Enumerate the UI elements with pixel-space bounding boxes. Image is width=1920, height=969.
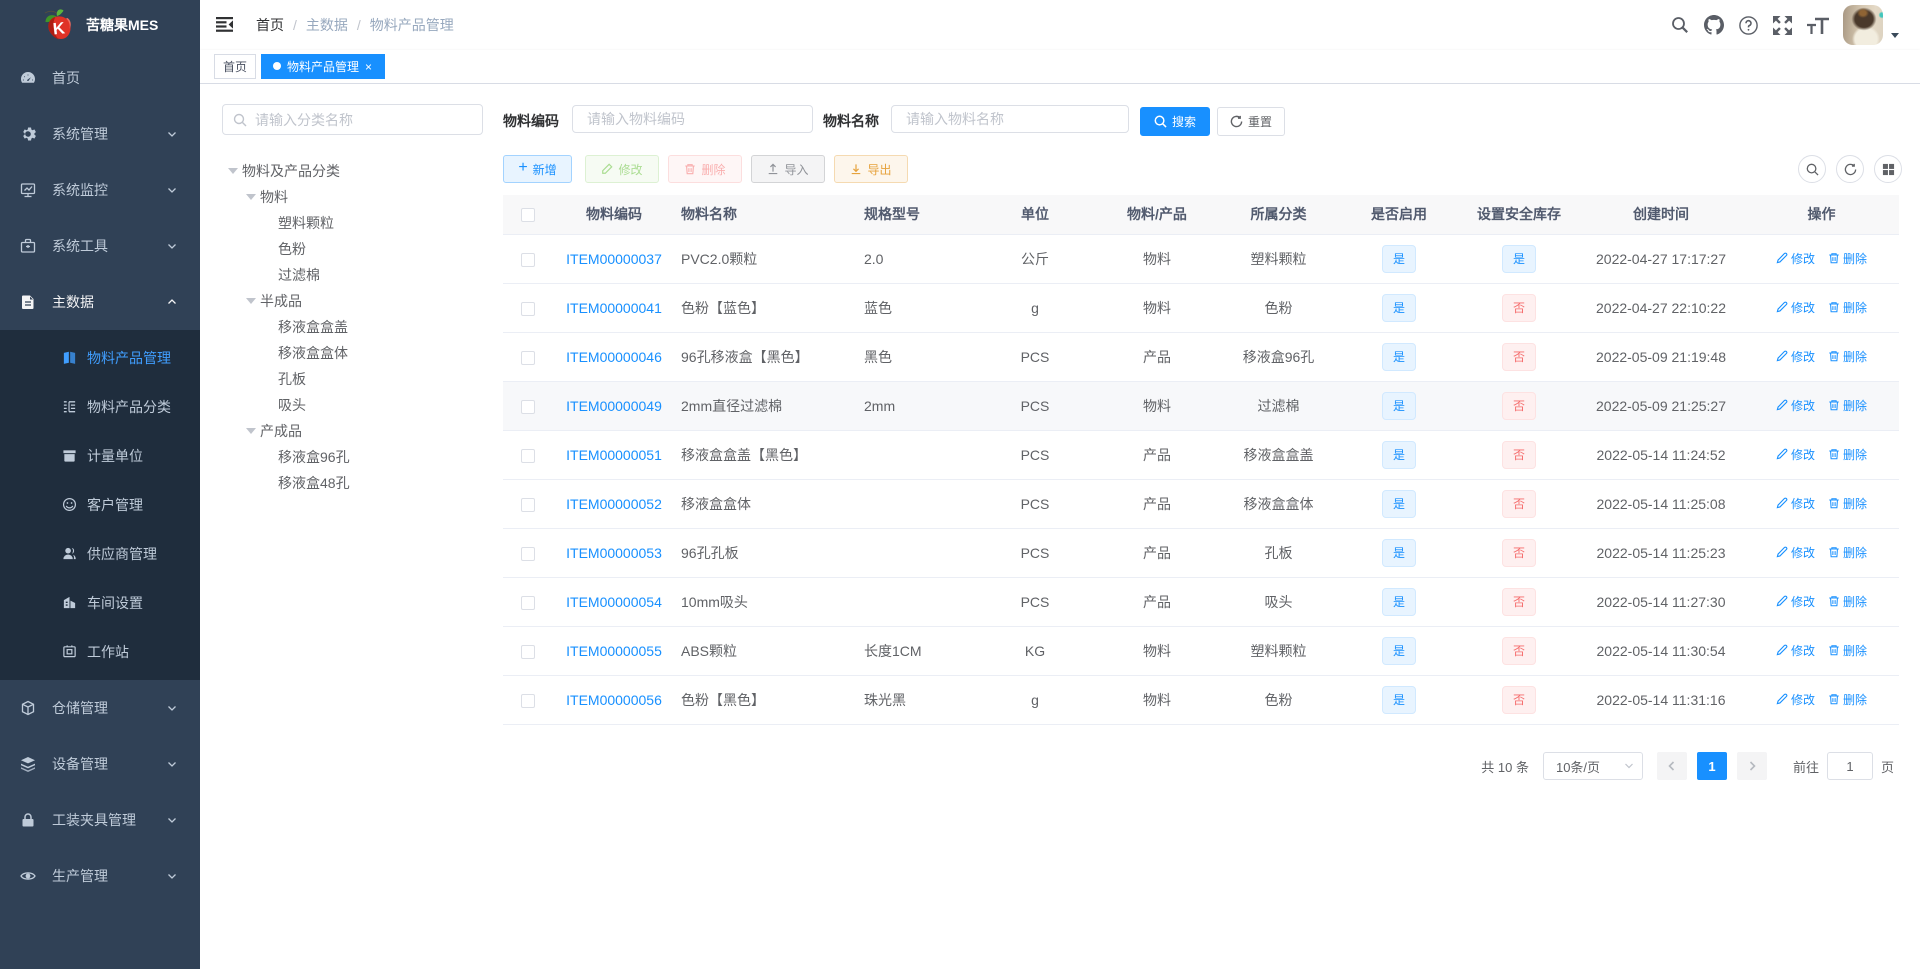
- svg-text:K: K: [52, 19, 66, 38]
